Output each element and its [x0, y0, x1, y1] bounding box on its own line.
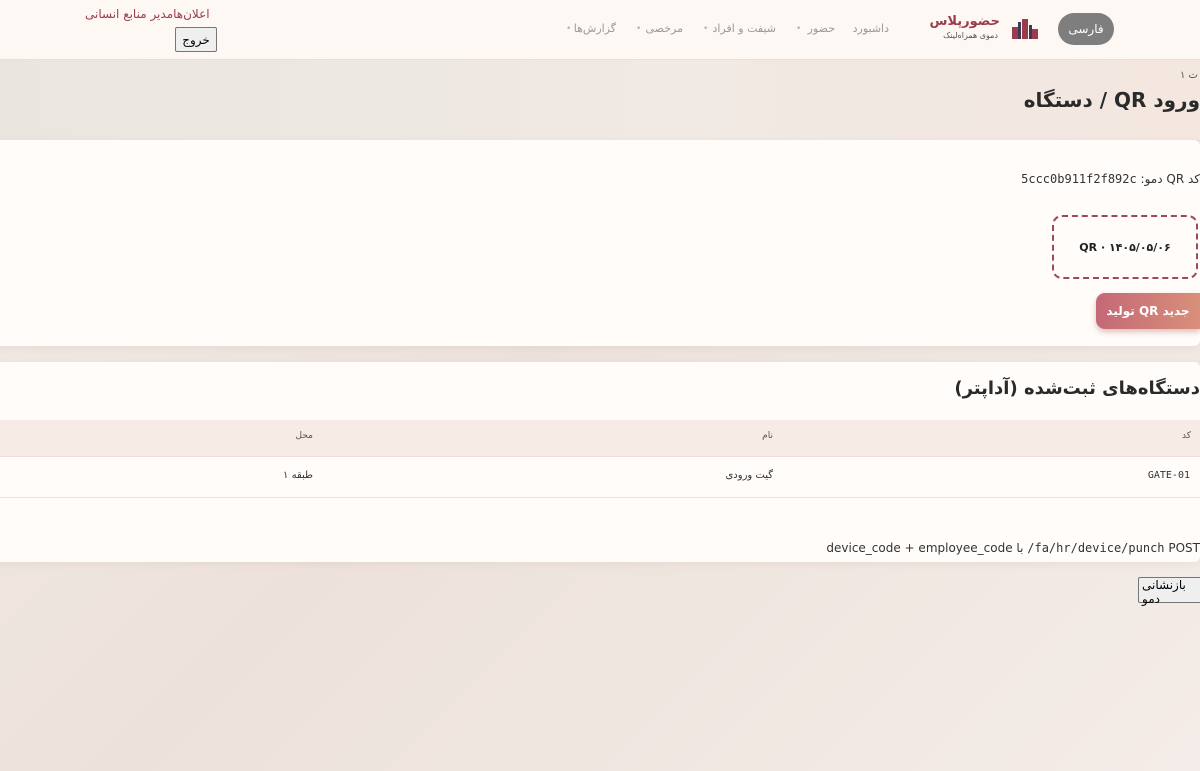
brand-subtitle: دموی همراه‌لینک	[943, 31, 998, 40]
column-header-name: نام	[762, 431, 773, 441]
nav-bullet-icon: •	[703, 24, 709, 34]
nav-bullet-icon: •	[566, 24, 572, 34]
api-params: با device_code + employee_code	[826, 541, 1024, 555]
brand-logo-icon	[1012, 19, 1038, 39]
api-endpoint-note: POST /fa/hr/device/punch با device_code …	[826, 541, 1200, 555]
table-row	[0, 457, 1200, 498]
generate-qr-button[interactable]: تولید QR جدید	[1096, 293, 1200, 329]
device-location-cell: طبقه ۱	[283, 470, 313, 481]
breadcrumb: ت ۱	[1180, 70, 1198, 81]
qr-code-line: کد QR دمو: 5ccc0b911f2f892c	[1021, 172, 1200, 186]
logout-button[interactable]: خروج	[175, 27, 217, 52]
qr-code-label: کد QR دمو:	[1140, 172, 1200, 186]
nav-item-shifts-people[interactable]: شیفت و افراد	[712, 22, 776, 35]
nav-item-leave[interactable]: مرخصی	[646, 22, 683, 35]
device-code-cell: GATE-01	[1147, 470, 1190, 481]
nav-item-reports[interactable]: گزارش‌ها	[574, 22, 616, 35]
reset-demo-button[interactable]: بازنشانی دمو	[1138, 577, 1200, 606]
devices-section-title: دستگاه‌های ثبت‌شده (آداپتر)	[954, 378, 1200, 399]
api-path: /fa/hr/device/punch	[1027, 541, 1165, 555]
qr-display-box: QR · ۱۴۰۵/۰۵/۰۶	[1052, 215, 1198, 279]
qr-card	[0, 140, 1200, 346]
nav-item-dashboard[interactable]: داشبورد	[853, 22, 889, 35]
devices-table-header	[0, 420, 1200, 457]
notifications-user-label[interactable]: اعلان‌هامدیر منابع انسانی	[85, 7, 210, 21]
column-header-code: کد	[1181, 431, 1191, 441]
page-heading-band	[0, 60, 1200, 141]
nav-item-attendance[interactable]: حضور	[808, 22, 835, 35]
column-header-location: محل	[295, 431, 313, 441]
nav-bullet-icon: •	[796, 24, 802, 34]
qr-code-value: 5ccc0b911f2f892c	[1021, 172, 1137, 186]
device-name-cell: گیت ورودی	[725, 470, 773, 481]
nav-bullet-icon: •	[636, 24, 642, 34]
language-button[interactable]: فارسی	[1058, 13, 1114, 45]
page-title: ورود QR / دستگاه	[1023, 88, 1200, 112]
brand-name: حضورپلاس	[929, 14, 1000, 29]
api-method: POST	[1168, 541, 1200, 555]
